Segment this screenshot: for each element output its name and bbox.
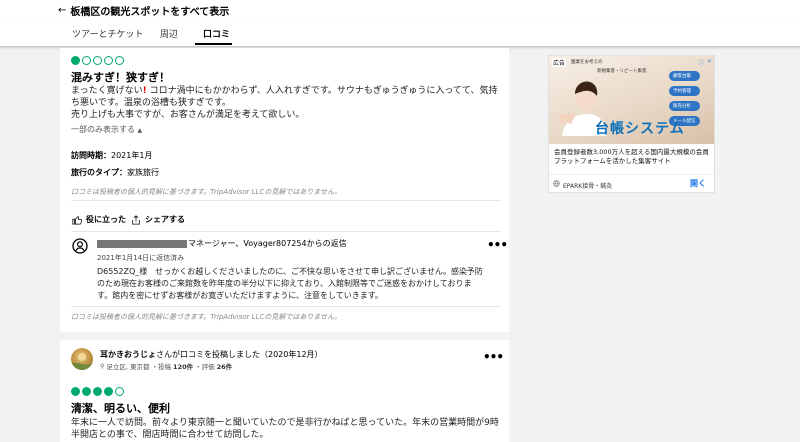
tab-bar: ツアーとチケット 周辺 口コミ <box>0 20 800 47</box>
response-body: D6552ZQ_様 せっかくお越しくださいましたのに、ご不快な思いをさせて申し訳… <box>97 267 483 300</box>
review-card: 耳かきおうじょさんが口コミを投稿しました（2020年12月） ⚲ 足立区, 東京… <box>60 340 509 442</box>
ad-image: 広告 圏業をお考えの 新規集客・リピート集客 顧客台帳 予約管理 販売分析 メー… <box>549 56 714 144</box>
ad-close-icon[interactable]: ✕ <box>707 58 712 65</box>
rating-bubble-empty <box>115 387 124 396</box>
active-tab-indicator <box>195 43 232 45</box>
review-body: まったく寛げない! コロナ渦中にもかかわらず、人入れすぎです。サウナもぎゅうぎゅ… <box>71 86 498 120</box>
rating-bubble-empty <box>82 56 91 65</box>
globe-icon <box>553 180 560 187</box>
more-options-icon[interactable]: ••• <box>483 351 504 363</box>
thumbs-up-icon <box>72 215 82 225</box>
divider <box>71 231 501 232</box>
rating-bubble-empty <box>115 56 124 65</box>
rating-bubble-filled <box>82 387 91 396</box>
ad-label: 広告 <box>552 58 567 67</box>
trip-type: 旅行のタイプ：家族旅行 <box>71 168 159 177</box>
location-pin-icon: ⚲ <box>100 362 105 370</box>
rating-bubble-filled <box>104 387 113 396</box>
ad-info-icon[interactable]: ⓘ <box>698 58 704 67</box>
rating-bubbles <box>71 56 124 65</box>
back-link-label: 板橋区の観光スポットをすべて表示 <box>70 7 230 18</box>
tab-tours[interactable]: ツアーとチケット <box>72 27 143 40</box>
caret-up-icon: ▲ <box>137 127 143 134</box>
divider <box>71 200 501 201</box>
visit-date: 訪問時期：2021年1月 <box>71 151 153 160</box>
rating-bubble-filled <box>93 387 102 396</box>
author-meta: ⚲ 足立区, 東京都 ・投稿 120件 ・評価 26件 <box>100 362 233 372</box>
review-author[interactable]: 耳かきおうじょ <box>100 350 156 359</box>
ad-description: 会員登録者数3,000万人を超える国内最大規模の会員 プラットフォームを活かした… <box>554 148 709 165</box>
review-card: 混みすぎ！狭すぎ！ まったく寛げない! コロナ渦中にもかかわらず、人入れすぎです… <box>60 48 509 332</box>
ad-source: EPARK接骨・鍼灸 <box>563 183 613 190</box>
ad-open-button[interactable]: 開く <box>690 178 706 189</box>
review-disclaimer: 口コミは投稿者の個人的見解に基づきます。TripAdvisor LLCの見解では… <box>71 188 342 196</box>
response-header: マネージャー、Voyager807254からの返信 <box>97 238 347 249</box>
rating-bubble-empty <box>104 56 113 65</box>
divider <box>71 306 501 307</box>
exclamation-icon: ! <box>142 86 147 96</box>
review-author-line: 耳かきおうじょさんが口コミを投稿しました（2020年12月） <box>100 350 323 359</box>
tab-reviews[interactable]: 口コミ <box>203 27 230 40</box>
rating-bubble-filled <box>71 56 80 65</box>
back-link[interactable]: ← 板橋区の観光スポットをすべて表示 <box>58 3 229 18</box>
response-date: 2021年1月14日に返信済み <box>97 254 185 262</box>
more-options-icon[interactable]: ••• <box>487 239 508 251</box>
ad-headline: 台帳システム <box>595 121 685 137</box>
share-icon <box>132 214 140 225</box>
rating-bubble-filled <box>71 387 80 396</box>
share-button[interactable]: シェアする <box>131 214 185 225</box>
review-title: 清潔、明るい、便利 <box>71 402 170 415</box>
review-title: 混みすぎ！狭すぎ！ <box>71 71 170 84</box>
review-body: 年末に一人で訪問。前々より東京随一と聞いていたので是非行かねばと思っていた。年末… <box>71 418 499 440</box>
divider <box>549 174 714 175</box>
top-bar: ← 板橋区の観光スポットをすべて表示 <box>0 0 800 20</box>
redacted-name <box>97 239 187 248</box>
helpful-button[interactable]: 役に立った <box>72 214 126 225</box>
user-avatar[interactable] <box>71 348 93 370</box>
back-arrow-icon: ← <box>58 5 67 16</box>
rating-bubbles <box>71 387 124 396</box>
ad-banner[interactable]: 広告 圏業をお考えの 新規集客・リピート集客 顧客台帳 予約管理 販売分析 メー… <box>548 55 715 193</box>
rating-bubble-empty <box>93 56 102 65</box>
tab-nearby[interactable]: 周辺 <box>160 27 178 40</box>
response-disclaimer: 口コミは投稿者の個人的見解に基づきます。TripAdvisor LLCの見解では… <box>71 313 342 321</box>
manager-avatar-icon <box>72 238 88 254</box>
show-less-link[interactable]: 一部のみ表示する ▲ <box>71 124 142 135</box>
